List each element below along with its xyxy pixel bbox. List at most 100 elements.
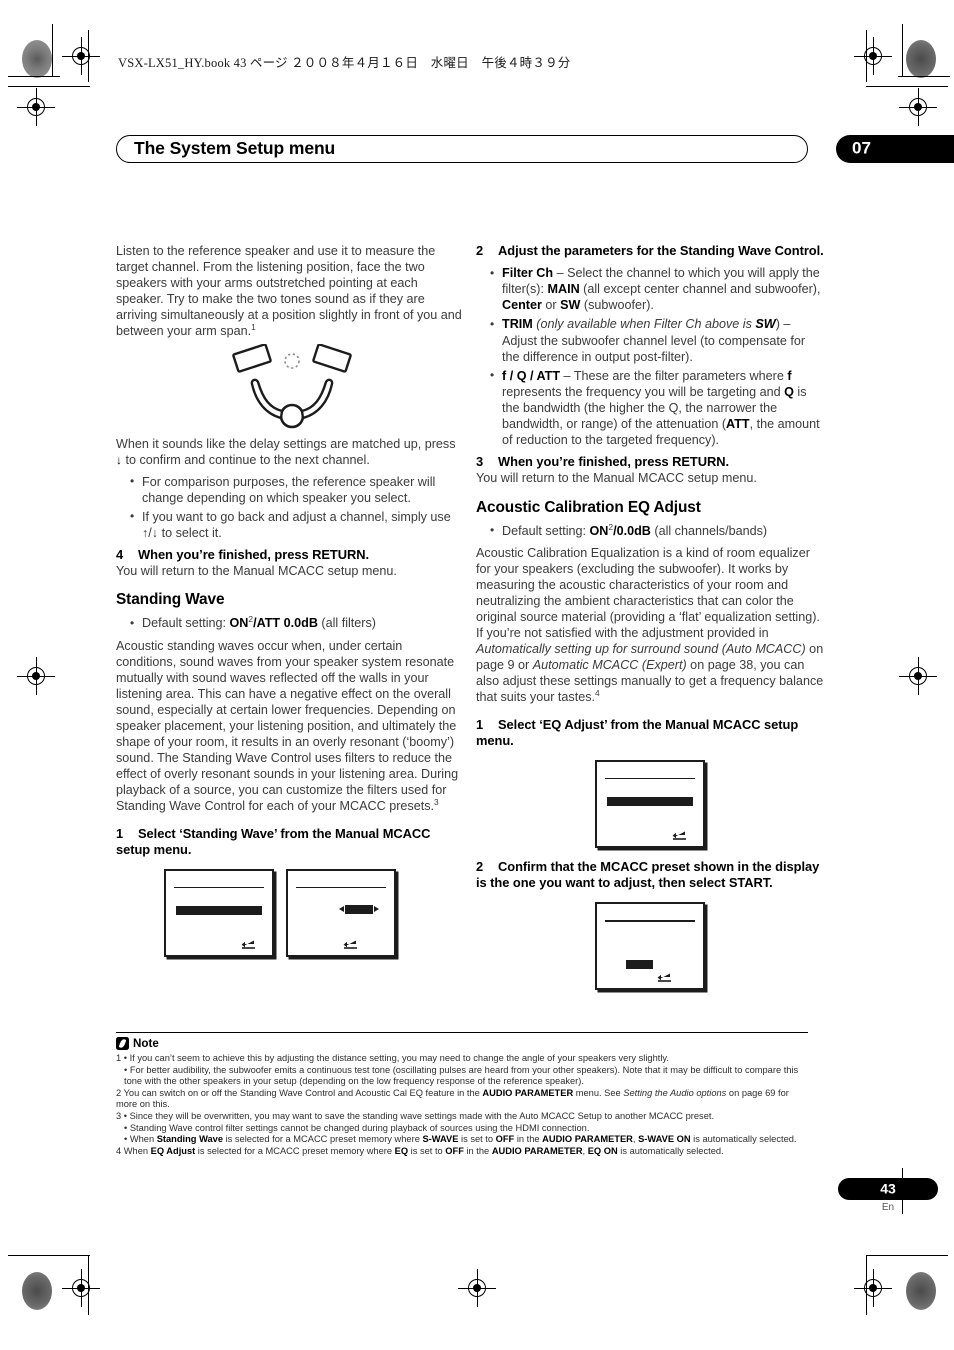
osd-standing-wave-menu (164, 868, 274, 957)
left-marker-icon (338, 905, 344, 912)
density-patch-bottom-right (906, 1272, 936, 1310)
step-1-number-right: 1 (476, 716, 484, 732)
osd-divider (605, 777, 695, 780)
step-3-text: When you’re finished, press RETURN. (498, 454, 730, 470)
note-block: Note 1 • If you can’t seem to achieve th… (116, 1032, 808, 1157)
page-number-badge: 43 (838, 1178, 938, 1200)
registration-mark-corner-left (17, 88, 55, 126)
crop-mark-top-left-h (8, 76, 60, 77)
term-trim: TRIM (502, 317, 533, 332)
note-line-2: 2 You can switch on or off the Standing … (116, 1087, 789, 1110)
registration-mark-top-left (62, 37, 100, 75)
list-item: Default setting: ON2/ATT 0.0dB (all filt… (130, 615, 464, 631)
filter-ch-text-d: (subwoofer). (580, 298, 654, 313)
value-center: Center (502, 298, 542, 313)
list-item: Default setting: ON2/0.0dB (all channels… (490, 522, 824, 539)
print-header-line: VSX-LX51_HY.book 43 ページ ２００８年４月１６日 水曜日 午… (118, 56, 571, 70)
registration-mark-top-right (854, 37, 892, 75)
speakers-listener-diagram (232, 343, 352, 428)
registration-mark-corner-right (899, 88, 937, 126)
eq-default-on: ON (589, 523, 609, 538)
step-1-heading-left: 1 Select ‘Standing Wave’ from the Manual … (116, 826, 464, 858)
footnote-ref-3: 3 (434, 797, 439, 808)
registration-mark-mid-right (899, 657, 937, 695)
speaker-arrangement-illustration (116, 340, 464, 436)
trim-value-sw: SW (755, 317, 776, 332)
default-setting-label: Default setting: (142, 616, 227, 631)
crop-mark-bottom-left-h (8, 1255, 90, 1256)
eq-xref-auto-mcacc: Automatically setting up for surround so… (476, 642, 806, 657)
osd-highlight-bar (175, 906, 263, 916)
value-main: MAIN (547, 282, 580, 297)
eq-default-label: Default setting: (502, 523, 587, 538)
eq-xref-expert-mcacc: Automatic MCACC (Expert) (532, 658, 687, 673)
return-icon (657, 973, 672, 983)
registration-mark-bottom-left (62, 1269, 100, 1307)
footnote-ref-4: 4 (595, 688, 600, 699)
crop-mark-top-right-v (902, 24, 903, 76)
delay-confirm-text-a: When it sounds like the delay settings a… (116, 436, 456, 451)
language-code: En (881, 1202, 895, 1213)
step-1-number-left: 1 (116, 825, 124, 841)
eq-default-list: Default setting: ON2/0.0dB (all channels… (476, 522, 824, 539)
osd-divider (174, 886, 264, 889)
fqatt-text-a: – These are the filter parameters where (560, 368, 788, 383)
eq-adjust-body: Acoustic Calibration Equalization is a k… (476, 545, 824, 706)
default-setting-att: /ATT 0.0dB (253, 616, 318, 631)
step-1-heading-right: 1 Select ‘EQ Adjust’ from the Manual MCAC… (476, 717, 824, 749)
standing-wave-heading: Standing Wave (116, 591, 225, 609)
eq-adjust-screen-wrap (476, 759, 824, 848)
filter-ch-text-b: (all except center channel and subwoofer… (579, 282, 821, 297)
right-parameter-list: Filter Ch – Select the channel to which … (476, 265, 824, 448)
note-line-3: 3 • Since they will be overwritten, you … (116, 1110, 715, 1121)
step-2b-text: Confirm that the MCACC preset shown in t… (476, 858, 820, 891)
list-item: If you want to go back and adjust a chan… (130, 508, 464, 541)
right-marker-icon (374, 905, 380, 912)
trim-text-a: (only available when Filter Ch above is (532, 317, 756, 332)
step-2-heading: 2 Adjust the parameters for the Standing … (476, 243, 824, 259)
osd-divider (296, 886, 386, 889)
param-q: Q (784, 384, 794, 399)
osd-eq-adjust-menu (595, 759, 705, 848)
crop-mark-bottom-left-v (88, 1255, 89, 1315)
value-sw: SW (560, 298, 581, 313)
step-1-text-left: Select ‘Standing Wave’ from the Manual M… (116, 825, 431, 857)
default-setting-on: ON (229, 616, 249, 631)
registration-mark-mid-left (17, 657, 55, 695)
left-bullet-list: For comparison purposes, the reference s… (116, 473, 464, 541)
footnote-ref-1: 1 (251, 322, 256, 333)
standing-wave-body-text: Acoustic standing waves occur when, unde… (116, 638, 459, 814)
osd-mcacc-preset-confirm (595, 902, 705, 991)
left-column: Listen to the reference speaker and use … (116, 243, 464, 957)
density-patch-top-left (22, 40, 52, 78)
term-f-q-att: f / Q / ATT (502, 368, 561, 383)
list-item-filter-ch: Filter Ch – Select the channel to which … (490, 265, 824, 313)
step-4-number: 4 (116, 547, 124, 563)
crop-mark-top-left-v (52, 24, 53, 76)
term-filter-ch: Filter Ch (502, 266, 554, 281)
note-label: Note (133, 1037, 159, 1050)
density-patch-top-right (906, 40, 936, 78)
intro-text: Listen to the reference speaker and use … (116, 244, 462, 339)
crop-mark-top-right-inner-v (866, 30, 867, 82)
step-2-text: Adjust the parameters for the Standing W… (498, 243, 824, 258)
eq-body-a: Acoustic Calibration Equalization is a k… (476, 545, 820, 641)
page-title-bar: The System Setup menu (116, 135, 808, 163)
default-setting-suffix: (all filters) (321, 616, 376, 631)
chapter-number: 07 (852, 138, 871, 158)
step-4-text: When you’re finished, press RETURN. (138, 547, 370, 563)
density-patch-bottom-left (22, 1272, 52, 1310)
list-item-fqatt: f / Q / ATT – These are the filter param… (490, 367, 824, 448)
osd-standing-wave-filter (286, 868, 396, 957)
note-icon (116, 1037, 129, 1050)
step-4-body: You will return to the Manual MCACC setu… (116, 564, 397, 579)
crop-mark-top-left-inner-v (88, 30, 89, 82)
step-1-text-right: Select ‘EQ Adjust’ from the Manual MCACC… (476, 716, 799, 748)
filter-ch-text-c: or (541, 298, 561, 313)
left-screen-pair (116, 868, 464, 957)
osd-start-bar (625, 959, 654, 970)
fqatt-text-b: represents the frequency you will be tar… (502, 384, 785, 399)
page-number: 43 (880, 1180, 896, 1197)
eq-default-db: /0.0dB (613, 523, 651, 538)
down-arrow-icon: ↓ (116, 452, 122, 467)
